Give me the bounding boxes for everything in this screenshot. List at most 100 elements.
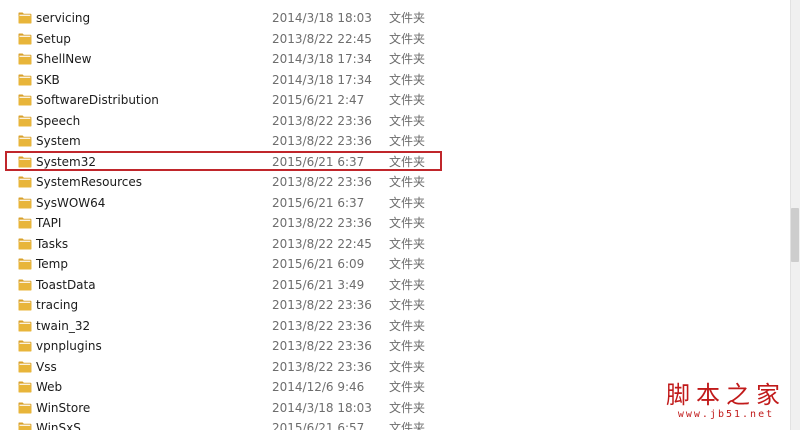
file-date-modified: 2014/3/18 17:34 xyxy=(272,72,372,87)
file-row[interactable]: TAPI 2013/8/22 23:36 文件夹 xyxy=(0,213,790,234)
file-date-modified: 2015/6/21 6:57 xyxy=(272,421,365,430)
file-name: WinStore xyxy=(36,400,91,415)
file-date-modified: 2014/3/18 18:03 xyxy=(272,400,372,415)
file-date-modified: 2015/6/21 2:47 xyxy=(272,93,365,107)
file-name: System xyxy=(36,134,81,148)
file-date-modified: 2014/3/18 18:03 xyxy=(272,11,372,25)
file-row[interactable]: Speech 2013/8/22 23:36 文件夹 xyxy=(0,111,790,132)
file-row[interactable]: servicing 2014/3/18 18:03 文件夹 xyxy=(0,8,790,29)
file-type: 文件夹 xyxy=(389,318,426,333)
file-type: 文件夹 xyxy=(389,298,426,312)
folder-icon xyxy=(18,299,32,311)
file-date-modified: 2013/8/22 23:36 xyxy=(272,175,372,189)
folder-icon xyxy=(18,340,32,352)
folder-icon xyxy=(18,361,32,372)
folder-icon xyxy=(18,135,32,147)
file-name: Setup xyxy=(36,31,71,46)
folder-icon xyxy=(18,402,32,413)
folder-icon xyxy=(18,156,32,167)
folder-icon xyxy=(18,115,32,126)
file-name: TAPI xyxy=(36,216,62,230)
file-type: 文件夹 xyxy=(389,11,426,25)
file-date-modified: 2013/8/22 22:45 xyxy=(272,31,372,46)
file-name: SystemResources xyxy=(36,175,143,189)
file-type: 文件夹 xyxy=(389,236,426,251)
file-name: SKB xyxy=(36,72,60,87)
file-type: 文件夹 xyxy=(389,195,426,210)
file-name: tracing xyxy=(36,298,79,312)
file-type: 文件夹 xyxy=(389,339,426,353)
file-date-modified: 2013/8/22 23:36 xyxy=(272,318,372,333)
file-type: 文件夹 xyxy=(389,52,426,66)
folder-icon xyxy=(18,422,32,430)
file-date-modified: 2015/6/21 3:49 xyxy=(272,277,365,292)
file-type: 文件夹 xyxy=(389,31,426,46)
file-row[interactable]: System32 2015/6/21 6:37 文件夹 xyxy=(0,152,790,173)
explorer-window: servicing 2014/3/18 18:03 文件夹 Setup 2013/8/2… xyxy=(0,0,800,430)
folder-icon xyxy=(18,74,32,85)
file-type: 文件夹 xyxy=(389,134,426,148)
file-name: servicing xyxy=(36,11,91,25)
file-row[interactable]: SystemResources 2013/8/22 23:36 文件夹 xyxy=(0,172,790,193)
file-row[interactable]: SysWOW64 2015/6/21 6:37 文件夹 xyxy=(0,193,790,214)
file-date-modified: 2014/12/6 9:46 xyxy=(272,380,365,394)
file-name: Temp xyxy=(36,257,68,271)
file-name: Vss xyxy=(36,359,57,374)
file-date-modified: 2015/6/21 6:09 xyxy=(272,257,365,271)
folder-icon xyxy=(18,238,32,249)
folder-icon xyxy=(18,94,32,106)
file-type: 文件夹 xyxy=(389,154,426,169)
file-row[interactable]: twain_32 2013/8/22 23:36 文件夹 xyxy=(0,316,790,337)
file-row[interactable]: System 2013/8/22 23:36 文件夹 xyxy=(0,131,790,152)
file-name: Speech xyxy=(36,113,81,128)
file-date-modified: 2013/8/22 22:45 xyxy=(272,236,372,251)
folder-icon xyxy=(18,53,32,65)
folder-icon xyxy=(18,279,32,290)
file-row[interactable]: ToastData 2015/6/21 3:49 文件夹 xyxy=(0,275,790,296)
file-name: SoftwareDistribution xyxy=(36,93,159,107)
file-row[interactable]: Vss 2013/8/22 23:36 文件夹 xyxy=(0,357,790,378)
file-name: WinSxS xyxy=(36,421,81,430)
scrollbar-thumb[interactable] xyxy=(791,208,799,262)
file-name: ToastData xyxy=(36,277,96,292)
file-type: 文件夹 xyxy=(389,277,426,292)
file-row[interactable]: tracing 2013/8/22 23:36 文件夹 xyxy=(0,295,790,316)
file-type: 文件夹 xyxy=(389,400,426,415)
file-name: twain_32 xyxy=(36,318,91,333)
folder-icon xyxy=(18,176,32,188)
folder-icon xyxy=(18,12,32,24)
file-row[interactable]: WinStore 2014/3/18 18:03 文件夹 xyxy=(0,398,790,419)
file-row[interactable]: ShellNew 2014/3/18 17:34 文件夹 xyxy=(0,49,790,70)
file-row[interactable]: vpnplugins 2013/8/22 23:36 文件夹 xyxy=(0,336,790,357)
file-row[interactable]: Temp 2015/6/21 6:09 文件夹 xyxy=(0,254,790,275)
file-date-modified: 2015/6/21 6:37 xyxy=(272,154,365,169)
file-type: 文件夹 xyxy=(389,380,426,394)
folder-icon xyxy=(18,197,32,208)
file-type: 文件夹 xyxy=(389,113,426,128)
file-type: 文件夹 xyxy=(389,216,426,230)
file-row[interactable]: Setup 2013/8/22 22:45 文件夹 xyxy=(0,29,790,50)
file-row[interactable]: Tasks 2013/8/22 22:45 文件夹 xyxy=(0,234,790,255)
file-name: vpnplugins xyxy=(36,339,102,353)
file-type: 文件夹 xyxy=(389,257,426,271)
file-row[interactable]: SKB 2014/3/18 17:34 文件夹 xyxy=(0,70,790,91)
file-name: Tasks xyxy=(36,236,69,251)
folder-icon xyxy=(18,33,32,44)
file-row[interactable]: SoftwareDistribution 2015/6/21 2:47 文件夹 xyxy=(0,90,790,111)
folder-icon xyxy=(18,381,32,393)
file-type: 文件夹 xyxy=(389,93,426,107)
file-type: 文件夹 xyxy=(389,72,426,87)
file-date-modified: 2013/8/22 23:36 xyxy=(272,216,372,230)
file-type: 文件夹 xyxy=(389,175,426,189)
file-row[interactable]: WinSxS 2015/6/21 6:57 文件夹 xyxy=(0,418,790,430)
file-name: SysWOW64 xyxy=(36,195,106,210)
file-date-modified: 2013/8/22 23:36 xyxy=(272,134,372,148)
folder-icon xyxy=(18,217,32,229)
file-date-modified: 2013/8/22 23:36 xyxy=(272,113,372,128)
file-type: 文件夹 xyxy=(389,421,426,430)
file-date-modified: 2015/6/21 6:37 xyxy=(272,195,365,210)
file-name: ShellNew xyxy=(36,52,92,66)
file-name: System32 xyxy=(36,154,97,169)
file-row[interactable]: Web 2014/12/6 9:46 文件夹 xyxy=(0,377,790,398)
file-list: servicing 2014/3/18 18:03 文件夹 Setup 2013/8/2… xyxy=(0,0,790,430)
